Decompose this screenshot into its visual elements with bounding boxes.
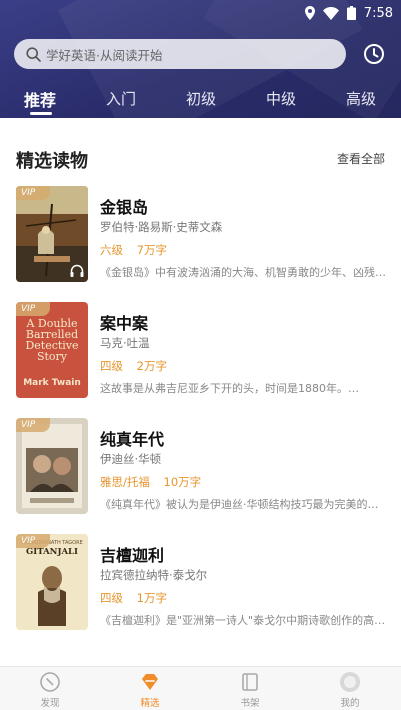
tab-recommend[interactable]: 推荐 — [24, 87, 56, 111]
bottom-navigation: 发现 精选 书架 我的 — [0, 666, 401, 710]
search-icon — [26, 46, 41, 62]
nav-discover[interactable]: 发现 — [20, 671, 80, 709]
battery-icon — [346, 6, 356, 20]
vip-badge: VIP — [16, 186, 50, 200]
clock: 7:58 — [363, 5, 393, 21]
tab-beginner[interactable]: 入门 — [106, 88, 136, 109]
book-item[interactable]: VIP 纯真年代 伊迪丝·华顿 雅思/托福 10万字 《纯真年代》被认为是伊迪丝… — [16, 418, 386, 514]
book-author: 罗伯特·路易斯·史蒂文森 — [100, 220, 223, 234]
header: 7:58 学好英语·从阅读开始 推荐 入门 初级 中级 高级 — [0, 0, 401, 118]
history-icon[interactable] — [362, 42, 386, 66]
book-word-count: 1万字 — [136, 591, 167, 605]
book-level: 六级 — [100, 243, 123, 257]
nav-label: 我的 — [340, 698, 360, 709]
status-bar: 7:58 — [304, 4, 393, 22]
search-placeholder: 学好英语·从阅读开始 — [46, 47, 163, 63]
book-description: 这故事是从弗吉尼亚乡下开的头，时间是1880年。… — [100, 382, 359, 395]
nav-featured[interactable]: 精选 — [120, 671, 180, 709]
tab-intermediate[interactable]: 中级 — [266, 88, 296, 109]
nav-profile[interactable]: 我的 — [320, 671, 380, 709]
active-tab-indicator — [30, 112, 52, 115]
book-word-count: 10万字 — [163, 475, 202, 489]
book-tags: 六级 7万字 — [100, 242, 177, 258]
book-cover[interactable]: RABINDRANATH TAGORE GITANJALI VIP — [16, 534, 88, 630]
location-icon — [304, 6, 315, 20]
book-item[interactable]: A Double Barrelled Detective Story Mark … — [16, 302, 386, 398]
book-tags: 雅思/托福 10万字 — [100, 474, 211, 490]
book-level: 四级 — [100, 359, 123, 373]
headphones-icon — [70, 264, 84, 277]
book-cover[interactable]: VIP — [16, 186, 88, 282]
book-cover[interactable]: VIP — [16, 418, 88, 514]
tab-elementary[interactable]: 初级 — [186, 88, 216, 109]
book-cover[interactable]: A Double Barrelled Detective Story Mark … — [16, 302, 88, 398]
book-description: 《金银岛》中有波涛汹涌的大海、机智勇敢的少年、凶残的海盗… — [100, 266, 386, 279]
book-author: 拉宾德拉纳特·泰戈尔 — [100, 568, 208, 582]
book-level: 雅思/托福 — [100, 475, 150, 489]
book-author: 马克·吐温 — [100, 336, 150, 350]
vip-badge: VIP — [16, 534, 50, 548]
book-description: 《纯真年代》被认为是伊迪丝·华顿结构技巧最为完美的作品… — [100, 498, 386, 511]
book-description: 《吉檀迦利》是"亚洲第一诗人"泰戈尔中期诗歌创作的高峰… — [100, 614, 386, 627]
book-word-count: 2万字 — [136, 359, 167, 373]
wifi-icon — [322, 6, 339, 20]
compass-icon — [40, 672, 60, 692]
book-word-count: 7万字 — [136, 243, 167, 257]
level-tabs: 推荐 入门 初级 中级 高级 — [0, 84, 401, 115]
cover-art-portrait — [38, 566, 66, 626]
content-panel: 精选读物 查看全部 VIP 金银岛 罗伯特·路易斯·史蒂文森 六级 7万字 《金… — [0, 118, 401, 666]
book-tags: 四级 1万字 — [100, 590, 177, 606]
book-tags: 四级 2万字 — [100, 358, 177, 374]
book-title: 金银岛 — [100, 198, 149, 217]
book-item[interactable]: VIP 金银岛 罗伯特·路易斯·史蒂文森 六级 7万字 《金银岛》中有波涛汹涌的… — [16, 186, 386, 282]
search-bar[interactable]: 学好英语·从阅读开始 — [14, 39, 346, 69]
nav-label: 发现 — [40, 698, 60, 709]
book-icon — [242, 673, 258, 691]
book-level: 四级 — [100, 591, 123, 605]
avatar-icon — [340, 672, 360, 692]
nav-label: 书架 — [240, 698, 260, 709]
vip-badge: VIP — [16, 302, 50, 316]
diamond-icon — [142, 674, 158, 690]
cover-author: Mark Twain — [23, 378, 81, 388]
book-item[interactable]: RABINDRANATH TAGORE GITANJALI VIP 吉檀迦利 拉… — [16, 534, 386, 630]
view-all-link[interactable]: 查看全部 — [337, 150, 385, 167]
cover-title: A Double Barrelled Detective Story — [25, 317, 79, 363]
cover-art-age-of-innocence — [16, 418, 88, 514]
book-title: 纯真年代 — [100, 430, 165, 449]
tab-advanced[interactable]: 高级 — [346, 88, 376, 109]
section-title: 精选读物 — [16, 151, 88, 172]
book-title: 案中案 — [100, 314, 149, 333]
nav-bookshelf[interactable]: 书架 — [220, 671, 280, 709]
book-author: 伊迪丝·华顿 — [100, 452, 162, 466]
cover-title: GITANJALI — [25, 547, 79, 557]
book-title: 吉檀迦利 — [100, 546, 165, 565]
vip-badge: VIP — [16, 418, 50, 432]
nav-label: 精选 — [140, 698, 160, 709]
